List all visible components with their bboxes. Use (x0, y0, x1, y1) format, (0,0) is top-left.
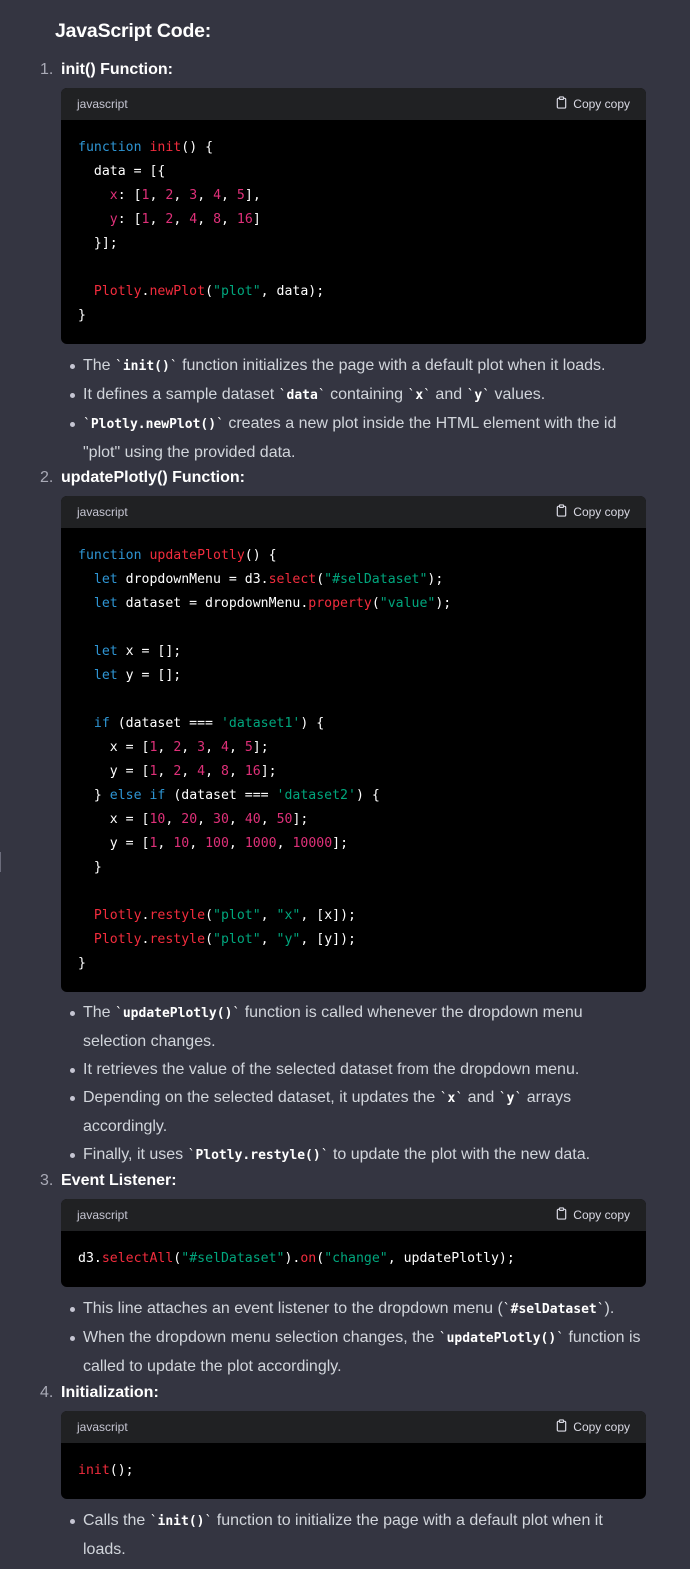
step-label: Event Listener: (61, 1172, 177, 1189)
list-item: It retrieves the value of the selected d… (61, 1056, 641, 1084)
code-block-init: javascript Copy copy function init() { d… (61, 88, 646, 344)
copy-code-button[interactable]: Copy copy (555, 1207, 630, 1223)
code-content: function init() { data = [{ x: [1, 2, 3,… (78, 140, 325, 323)
scroll-edge-marker (0, 852, 1, 872)
step-number: 1. (40, 61, 54, 78)
clipboard-icon (555, 1207, 568, 1223)
copy-code-label: Copy copy (573, 505, 630, 519)
list-item: The updatePlotly() function is called wh… (61, 999, 641, 1056)
code-language: javascript (77, 97, 128, 111)
list-item: It defines a sample dataset data contain… (61, 381, 641, 410)
step-1-bullets: The init() function initializes the page… (61, 352, 641, 467)
list-item: This line attaches an event listener to … (61, 1295, 641, 1324)
clipboard-icon (555, 1419, 568, 1435)
copy-code-button[interactable]: Copy copy (555, 96, 630, 112)
step-number: 2. (40, 469, 54, 486)
list-item: The init() function initializes the page… (61, 352, 641, 381)
code-block-initialization: javascript Copy copy init(); (61, 1411, 646, 1499)
step-2-bullets: The updatePlotly() function is called wh… (61, 999, 641, 1170)
clipboard-icon (555, 504, 568, 520)
page-title: JavaScript Code: (55, 20, 212, 42)
step-2-heading: 2. updatePlotly() Function: (40, 466, 245, 490)
code-header: javascript Copy copy (61, 88, 646, 120)
step-label: updatePlotly() Function: (61, 469, 245, 486)
code-language: javascript (77, 1208, 128, 1222)
copy-code-label: Copy copy (573, 97, 630, 111)
step-3-bullets: This line attaches an event listener to … (61, 1295, 641, 1381)
step-4-heading: 4. Initialization: (40, 1381, 159, 1405)
list-item: Plotly.newPlot() creates a new plot insi… (61, 410, 641, 467)
code-header: javascript Copy copy (61, 1199, 646, 1231)
code-header: javascript Copy copy (61, 1411, 646, 1443)
code-language: javascript (77, 505, 128, 519)
list-item: Finally, it uses Plotly.restyle() to upd… (61, 1141, 641, 1170)
list-item: Depending on the selected dataset, it up… (61, 1084, 641, 1141)
copy-code-label: Copy copy (573, 1420, 630, 1434)
clipboard-icon (555, 96, 568, 112)
code-header: javascript Copy copy (61, 496, 646, 528)
list-item: Calls the init() function to initialize … (61, 1507, 641, 1564)
code-content: d3.selectAll("#selDataset").on("change",… (78, 1251, 515, 1266)
step-number: 4. (40, 1384, 54, 1401)
list-item: When the dropdown menu selection changes… (61, 1324, 641, 1381)
step-3-heading: 3. Event Listener: (40, 1169, 177, 1193)
code-block-updateplotly: javascript Copy copy function updatePlot… (61, 496, 646, 992)
step-label: Initialization: (61, 1384, 159, 1401)
copy-code-label: Copy copy (573, 1208, 630, 1222)
step-4-bullets: Calls the init() function to initialize … (61, 1507, 641, 1564)
copy-code-button[interactable]: Copy copy (555, 504, 630, 520)
code-language: javascript (77, 1420, 128, 1434)
step-number: 3. (40, 1172, 54, 1189)
code-content: function updatePlotly() { let dropdownMe… (78, 548, 452, 971)
code-content: init(); (78, 1463, 134, 1478)
copy-code-button[interactable]: Copy copy (555, 1419, 630, 1435)
step-label: init() Function: (61, 61, 173, 78)
code-block-event-listener: javascript Copy copy d3.selectAll("#selD… (61, 1199, 646, 1287)
step-1-heading: 1. init() Function: (40, 58, 173, 82)
